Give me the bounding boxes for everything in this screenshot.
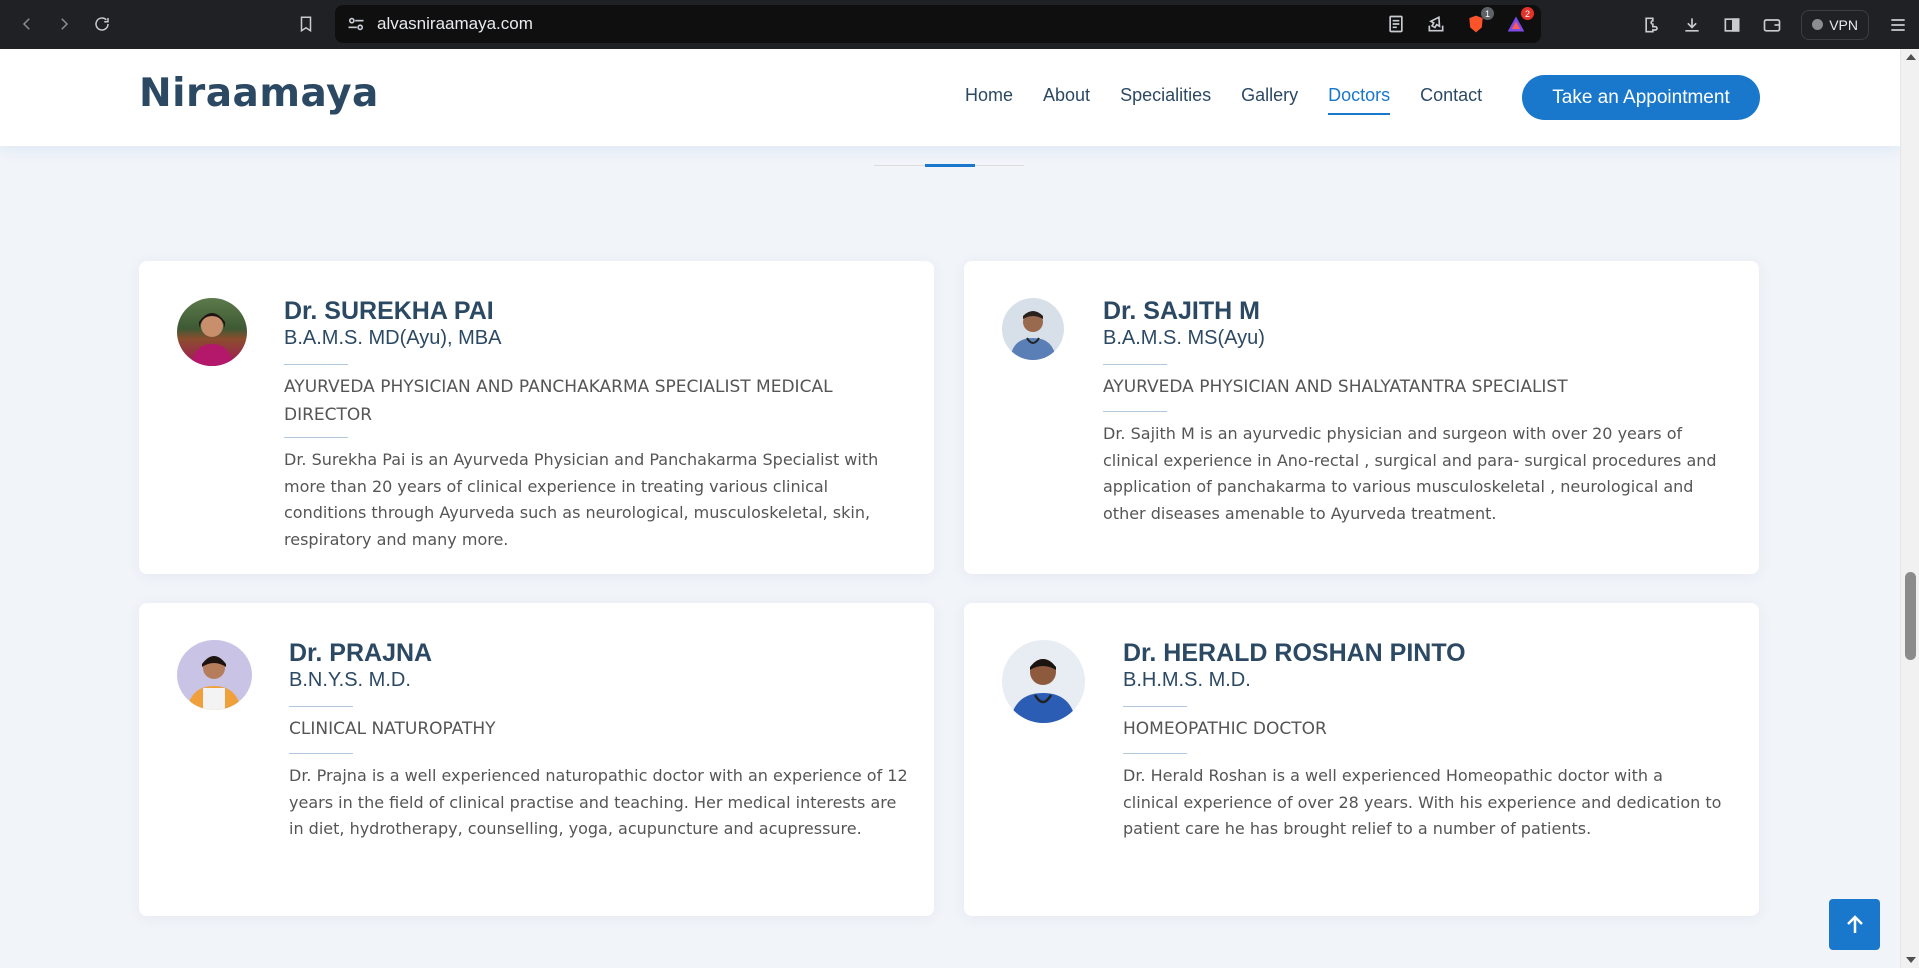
shield-badge: 1 [1481,7,1494,20]
bookmark-icon[interactable] [288,6,324,42]
scroll-thumb[interactable] [1905,572,1916,660]
brave-shield-icon[interactable]: 1 [1465,7,1494,35]
share-icon[interactable] [1425,13,1447,35]
scroll-down-icon[interactable] [1906,957,1916,963]
reader-mode-icon[interactable] [1385,13,1407,35]
nav-gallery[interactable]: Gallery [1241,85,1298,115]
card-divider [284,437,348,438]
doctor-role: AYURVEDA PHYSICIAN AND PANCHAKARMA SPECI… [284,377,833,425]
card-divider [1123,706,1187,707]
card-divider [289,753,353,754]
doctor-photo [177,640,252,710]
doctor-name: Dr. SAJITH M [1103,297,1260,325]
doctor-degree: B.A.M.S. MD(Ayu), MBA [284,327,502,349]
card-divider [284,364,348,365]
doctor-photo [1002,298,1064,360]
scroll-up-icon[interactable] [1906,54,1916,60]
page-viewport: Niraamaya Home About Specialities Galler… [0,49,1900,968]
card-divider [1103,364,1167,365]
wallet-icon[interactable] [1761,14,1783,36]
doctor-bio: Dr. Sajith M is an ayurvedic physician a… [1103,424,1717,523]
doctor-bio: Dr. Surekha Pai is an Ayurveda Physician… [284,450,879,549]
doctor-photo [1002,640,1085,723]
sidebar-icon[interactable] [1721,14,1743,36]
doctor-role: HOMEOPATHIC DOCTOR [1123,719,1327,739]
main-nav: Home About Specialities Gallery Doctors … [965,85,1512,115]
doctor-degree: B.H.M.S. M.D. [1123,669,1251,691]
doctor-bio: Dr. Prajna is a well experienced naturop… [289,766,908,838]
section-divider-accent [925,164,975,167]
doctor-name: Dr. HERALD ROSHAN PINTO [1123,639,1466,667]
browser-toolbar: alvasniraamaya.com 1 2 VPN [0,0,1919,49]
card-divider [1103,411,1167,412]
reload-icon[interactable] [84,6,120,42]
site-settings-icon[interactable] [345,13,367,35]
nav-about[interactable]: About [1043,85,1090,115]
doctor-card: Dr. SAJITH M B.A.M.S. MS(Ayu) AYURVEDA P… [964,261,1759,574]
doctor-card: Dr. HERALD ROSHAN PINTO B.H.M.S. M.D. HO… [964,603,1759,916]
arrow-up-icon [1846,914,1863,933]
page-scrollbar[interactable] [1900,49,1919,968]
doctor-name: Dr. PRAJNA [289,639,433,667]
nav-contact[interactable]: Contact [1420,85,1482,115]
card-divider [289,706,353,707]
card-divider [1123,753,1187,754]
back-to-top-button[interactable] [1829,899,1880,950]
nav-home[interactable]: Home [965,85,1013,115]
appointment-button[interactable]: Take an Appointment [1522,75,1760,120]
doctor-card: Dr. PRAJNA B.N.Y.S. M.D. CLINICAL NATURO… [139,603,934,916]
vpn-label: VPN [1829,16,1858,33]
nav-doctors[interactable]: Doctors [1328,85,1391,115]
site-header: Niraamaya Home About Specialities Galler… [0,49,1900,146]
nav-specialities[interactable]: Specialities [1120,85,1211,115]
vpn-button[interactable]: VPN [1801,9,1869,40]
menu-icon[interactable] [1887,14,1909,36]
back-icon[interactable] [9,6,45,42]
doctor-photo [177,298,247,366]
doctor-name: Dr. SUREKHA PAI [284,297,494,325]
forward-icon[interactable] [46,6,82,42]
doctor-bio: Dr. Herald Roshan is a well experienced … [1123,766,1722,838]
doctor-degree: B.A.M.S. MS(Ayu) [1103,327,1265,349]
address-bar[interactable]: alvasniraamaya.com 1 2 [335,5,1541,43]
download-icon[interactable] [1681,14,1703,36]
rewards-badge: 2 [1521,7,1534,20]
doctor-degree: B.N.Y.S. M.D. [289,669,411,691]
vpn-status-icon [1812,19,1824,30]
doctor-role: AYURVEDA PHYSICIAN AND SHALYATANTRA SPEC… [1103,377,1568,397]
doctor-role: CLINICAL NATUROPATHY [289,719,496,739]
url-text[interactable]: alvasniraamaya.com [377,14,533,34]
doctor-card: Dr. SUREKHA PAI B.A.M.S. MD(Ayu), MBA AY… [139,261,934,574]
site-logo[interactable]: Niraamaya [139,71,379,116]
extensions-icon[interactable] [1641,14,1663,36]
brave-rewards-icon[interactable]: 2 [1505,7,1534,35]
